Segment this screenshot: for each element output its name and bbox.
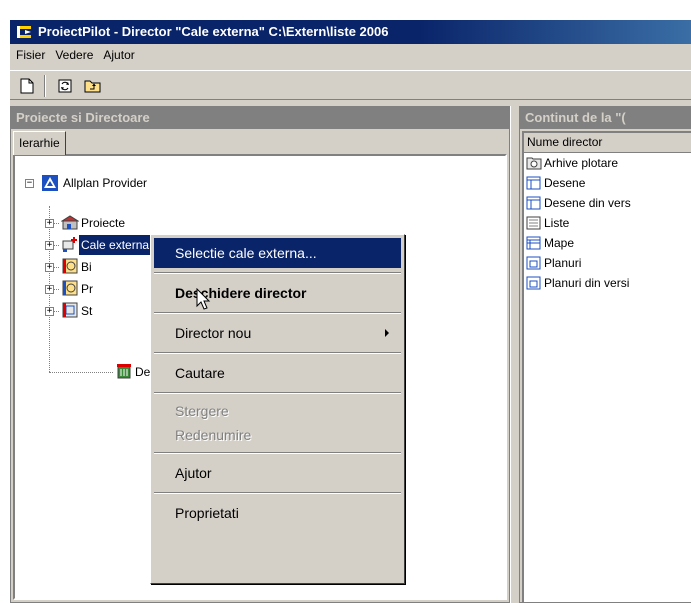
tree-item-de[interactable]: De <box>135 362 150 382</box>
title-bar[interactable]: ProiectPilot - Director "Cale externa" C… <box>10 20 691 44</box>
list-item-label: Planuri <box>544 256 582 270</box>
tree-item-proiecte[interactable]: Proiecte <box>81 213 125 233</box>
content-pane: Continut de la "( Nume director Arhive p… <box>519 106 691 603</box>
menu-item-redenumire: Redenumire <box>175 427 252 443</box>
allplan-provider-icon <box>42 175 58 191</box>
expand-toggle[interactable]: + <box>45 285 54 294</box>
menu-separator <box>154 392 401 394</box>
mouse-pointer-icon <box>196 288 211 310</box>
folder-up-icon <box>84 80 101 93</box>
submenu-arrow-icon <box>385 329 389 337</box>
toolbar-separator <box>44 75 46 97</box>
menu-ajutor[interactable]: Ajutor <box>99 44 138 66</box>
list-item-label: Arhive plotare <box>544 156 619 170</box>
folder-up-button[interactable] <box>82 76 104 96</box>
pane-splitter[interactable] <box>510 106 519 603</box>
expand-toggle[interactable]: + <box>45 241 54 250</box>
office-icon <box>62 258 78 274</box>
tab-ierarhie[interactable]: Ierarhie <box>13 131 66 155</box>
app-icon <box>17 26 31 38</box>
list-item-label: Liste <box>544 216 570 230</box>
window-title: ProiectPilot - Director "Cale externa" C… <box>38 24 389 39</box>
plans-folder-icon <box>526 256 541 270</box>
tree-item-pr[interactable]: Pr <box>81 279 93 299</box>
menu-fisier[interactable]: Fisier <box>12 44 49 66</box>
list-item-label: Desene <box>544 176 586 190</box>
tree-item-st[interactable]: St <box>81 301 92 321</box>
column-header-nume-director[interactable]: Nume director <box>524 133 691 153</box>
list-item[interactable]: Liste <box>524 213 691 233</box>
list-item[interactable]: Mape <box>524 233 691 253</box>
folder-list[interactable]: Nume director Arhive plotare Desene Dese… <box>522 131 691 602</box>
collapse-toggle[interactable]: − <box>25 179 34 188</box>
expand-toggle[interactable]: + <box>45 307 54 316</box>
menu-item-label: Director nou <box>175 325 252 341</box>
tree-item-bi[interactable]: Bi <box>81 257 92 277</box>
tree-connector <box>49 372 113 373</box>
list-item[interactable]: Arhive plotare <box>524 153 691 173</box>
tree-root-label[interactable]: Allplan Provider <box>63 173 147 193</box>
plans-version-folder-icon <box>526 276 541 290</box>
list-item[interactable]: Planuri <box>524 253 691 273</box>
prototype-icon <box>62 280 78 296</box>
new-document-icon <box>20 78 34 94</box>
menu-vedere[interactable]: Vedere <box>51 44 97 66</box>
menu-separator <box>154 272 401 274</box>
context-menu: Selectie cale externa... Deschidere dire… <box>150 234 405 584</box>
new-document-button[interactable] <box>16 76 38 96</box>
drawings-version-folder-icon <box>526 196 541 210</box>
expand-toggle[interactable]: + <box>45 219 54 228</box>
expand-toggle[interactable]: + <box>45 263 54 272</box>
list-item[interactable]: Desene din vers <box>524 193 691 213</box>
tree-item-cale-externa[interactable]: Cale externa <box>79 235 152 255</box>
archive-folder-icon <box>526 157 542 170</box>
standard-icon <box>62 302 78 318</box>
menu-separator <box>154 492 401 494</box>
list-item-label: Planuri din versi <box>544 276 630 290</box>
menu-bar: Fisier Vedere Ajutor <box>10 44 691 66</box>
content-pane-header: Continut de la "( <box>520 107 691 129</box>
toolbar <box>10 70 691 100</box>
projects-icon <box>61 215 79 230</box>
refresh-button[interactable] <box>54 76 76 96</box>
menu-item-deschidere-director[interactable]: Deschidere director <box>154 278 401 308</box>
projects-pane-header: Proiecte si Directoare <box>11 107 509 129</box>
list-item[interactable]: Planuri din versi <box>524 273 691 293</box>
lists-folder-icon <box>526 216 541 230</box>
menu-separator <box>154 312 401 314</box>
menu-item-ajutor[interactable]: Ajutor <box>154 458 401 488</box>
menu-item-director-nou[interactable]: Director nou <box>154 318 401 348</box>
folders-icon <box>526 236 541 250</box>
external-path-icon <box>62 237 77 252</box>
list-item-label: Desene din vers <box>544 196 631 210</box>
menu-separator <box>154 452 401 454</box>
menu-separator <box>154 352 401 354</box>
list-item[interactable]: Desene <box>524 173 691 193</box>
menu-item-stergere: Stergere <box>175 403 229 419</box>
refresh-icon <box>58 79 72 93</box>
menu-item-cautare[interactable]: Cautare <box>154 358 401 388</box>
recycle-bin-icon <box>117 364 131 379</box>
menu-item-proprietati[interactable]: Proprietati <box>154 498 401 528</box>
list-item-label: Mape <box>544 236 575 250</box>
drawings-folder-icon <box>526 176 541 190</box>
menu-item-selectie-cale-externa[interactable]: Selectie cale externa... <box>154 238 401 268</box>
